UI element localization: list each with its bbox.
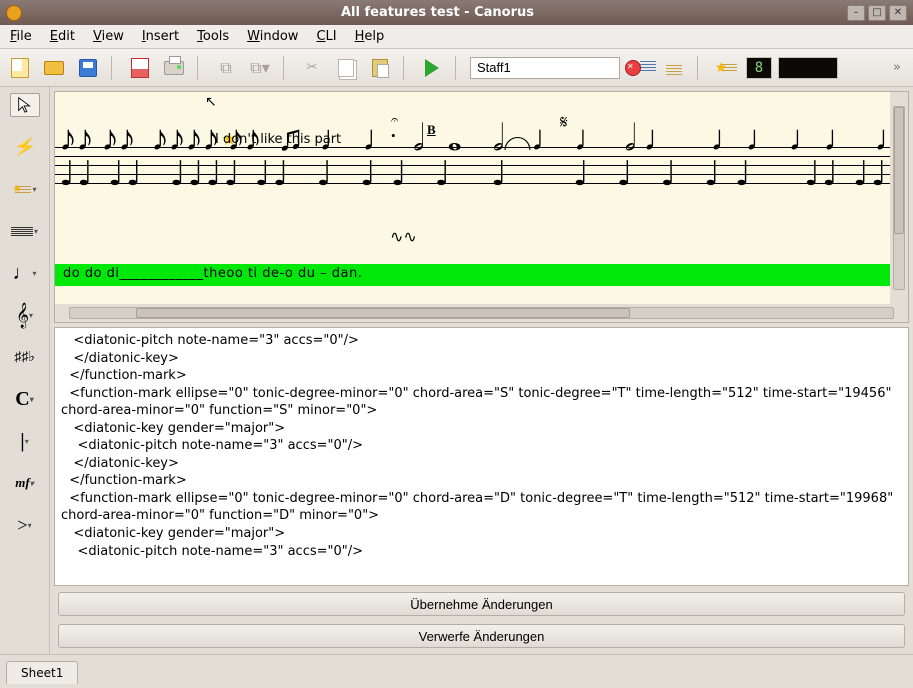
trill-mark: ∿∿ (390, 227, 417, 247)
staff-lines-tool[interactable]: ▾ (10, 219, 40, 243)
edit-voice-button[interactable] (660, 55, 688, 81)
source-line: <diatonic-pitch note-name="3" accs="0"/> (61, 438, 363, 453)
menu-file[interactable]: File (10, 29, 32, 44)
pdf-icon (131, 58, 149, 78)
note-tool[interactable]: ♩▾ (10, 261, 40, 285)
play-icon (425, 59, 439, 77)
cut-button[interactable]: ✂ (298, 55, 326, 81)
link-button[interactable]: ⧉ (212, 55, 240, 81)
copy-icon (338, 59, 354, 77)
link-arrow-icon: ⧉▾ (250, 58, 269, 78)
source-line: <function-mark ellipse="0" tonic-degree-… (61, 491, 897, 524)
menu-edit[interactable]: Edit (50, 29, 75, 44)
apply-changes-button[interactable]: Übernehme Änderungen (58, 592, 905, 616)
clef-icon: 𝄞 (16, 302, 29, 328)
digit-display-1: 8 (746, 57, 772, 79)
lyrics-row[interactable]: do do di____________theoo ti de-o du – d… (55, 264, 908, 286)
star-icon: ★ (13, 184, 22, 195)
save-button[interactable] (74, 55, 102, 81)
toolbar: ⧉ ⧉▾ ✂ ★ 8 » (0, 49, 913, 87)
insert-tool[interactable]: ⚡ (8, 133, 41, 161)
mouse-cursor: ↖ (205, 94, 217, 110)
menubar: File Edit View Insert Tools Window CLI H… (0, 25, 913, 49)
star-icon: ★ (715, 60, 728, 76)
keysig-icon: ♯♯♭ (14, 349, 35, 366)
link-arrow-button[interactable]: ⧉▾ (246, 55, 274, 81)
play-button[interactable] (418, 55, 446, 81)
staves-icon (11, 227, 33, 236)
source-pane[interactable]: <diatonic-pitch note-name="3" accs="0"/>… (54, 327, 909, 586)
barline-tool[interactable]: |▾ (10, 429, 40, 453)
source-line: </function-mark> (61, 368, 187, 383)
export-pdf-button[interactable] (126, 55, 154, 81)
paste-button[interactable] (366, 55, 394, 81)
link-icon: ⧉ (220, 58, 231, 78)
cursor-icon (16, 96, 34, 114)
source-line: <function-mark ellipse="0" tonic-degree-… (61, 386, 896, 419)
new-staff-tool[interactable]: ★ ▾ (10, 177, 40, 201)
misc-star-button[interactable]: ★ (712, 55, 740, 81)
source-line: <diatonic-key gender="major"> (61, 421, 285, 436)
menu-help[interactable]: Help (355, 29, 385, 44)
window-title: All features test - Canorus (28, 5, 847, 20)
titlebar: All features test - Canorus – □ ✕ (0, 0, 913, 25)
folder-icon (44, 61, 64, 75)
source-line: <diatonic-key gender="major"> (61, 526, 285, 541)
paste-icon (372, 59, 388, 77)
timesig-tool[interactable]: C▾ (10, 387, 40, 411)
save-icon (79, 59, 97, 77)
menu-view[interactable]: View (93, 29, 124, 44)
staff-lines-icon (666, 65, 682, 75)
minimize-button[interactable]: – (847, 5, 865, 21)
remove-voice-button[interactable] (626, 55, 654, 81)
print-button[interactable] (160, 55, 188, 81)
menu-cli[interactable]: CLI (316, 29, 336, 44)
source-line: </diatonic-key> (61, 351, 179, 366)
score-pane: ↖ ★ I don't like this part 𝄐• B 𝄋 ♪♪ ♪♪ … (54, 91, 909, 323)
app-icon (6, 5, 22, 21)
print-icon (164, 61, 184, 75)
select-tool[interactable] (10, 93, 40, 117)
dynamic-tool[interactable]: mf▾ (10, 471, 40, 495)
close-button[interactable]: ✕ (889, 5, 907, 21)
staff-lines-icon (640, 61, 656, 75)
open-button[interactable] (40, 55, 68, 81)
source-line: <diatonic-pitch note-name="3" accs="0"/> (61, 333, 359, 348)
vertical-toolbar: ⚡ ★ ▾ ▾ ♩▾ 𝄞▾ ♯♯♭ C▾ |▾ mf▾ >▾ (0, 87, 50, 654)
discard-changes-button[interactable]: Verwerfe Änderungen (58, 624, 905, 648)
staff-name-field[interactable] (470, 57, 620, 79)
new-doc-button[interactable] (6, 55, 34, 81)
note-icon: ♩ (12, 262, 32, 285)
source-line: </function-mark> (61, 473, 187, 488)
cut-icon: ✂ (307, 60, 318, 75)
clef-tool[interactable]: 𝄞▾ (10, 303, 40, 327)
menu-tools[interactable]: Tools (197, 29, 229, 44)
score-viewport[interactable]: ↖ ★ I don't like this part 𝄐• B 𝄋 ♪♪ ♪♪ … (55, 92, 908, 304)
note-glyphs-lower: ♩♩ ♩♩ ♩♩♩♩ ♩♩ ♩ ♩ ♩ ♩ ♩ ♩ ♩ ♩ ♩ ♩ ♩♩ ♩♩ … (59, 154, 904, 194)
lightning-icon: ⚡ (12, 135, 37, 159)
menu-insert[interactable]: Insert (142, 29, 179, 44)
score-hscrollbar[interactable] (55, 304, 908, 322)
toolbar-overflow[interactable]: » (887, 60, 907, 75)
maximize-button[interactable]: □ (868, 5, 886, 21)
accent-icon: > (17, 515, 27, 536)
new-doc-icon (11, 58, 29, 78)
source-line: </diatonic-key> (61, 456, 179, 471)
source-line: <diatonic-pitch note-name="3" accs="0"/> (61, 544, 363, 559)
remove-icon (624, 61, 642, 75)
statusbar: Sheet1 (0, 654, 913, 688)
keysig-tool[interactable]: ♯♯♭ (10, 345, 40, 369)
copy-button[interactable] (332, 55, 360, 81)
dynamic-icon: mf (15, 475, 29, 491)
digit-display-2 (778, 57, 838, 79)
sheet-tab[interactable]: Sheet1 (6, 661, 78, 684)
score-vscrollbar[interactable] (890, 92, 908, 304)
timesig-icon: C (15, 388, 29, 411)
accent-tool[interactable]: >▾ (10, 513, 40, 537)
menu-window[interactable]: Window (247, 29, 298, 44)
